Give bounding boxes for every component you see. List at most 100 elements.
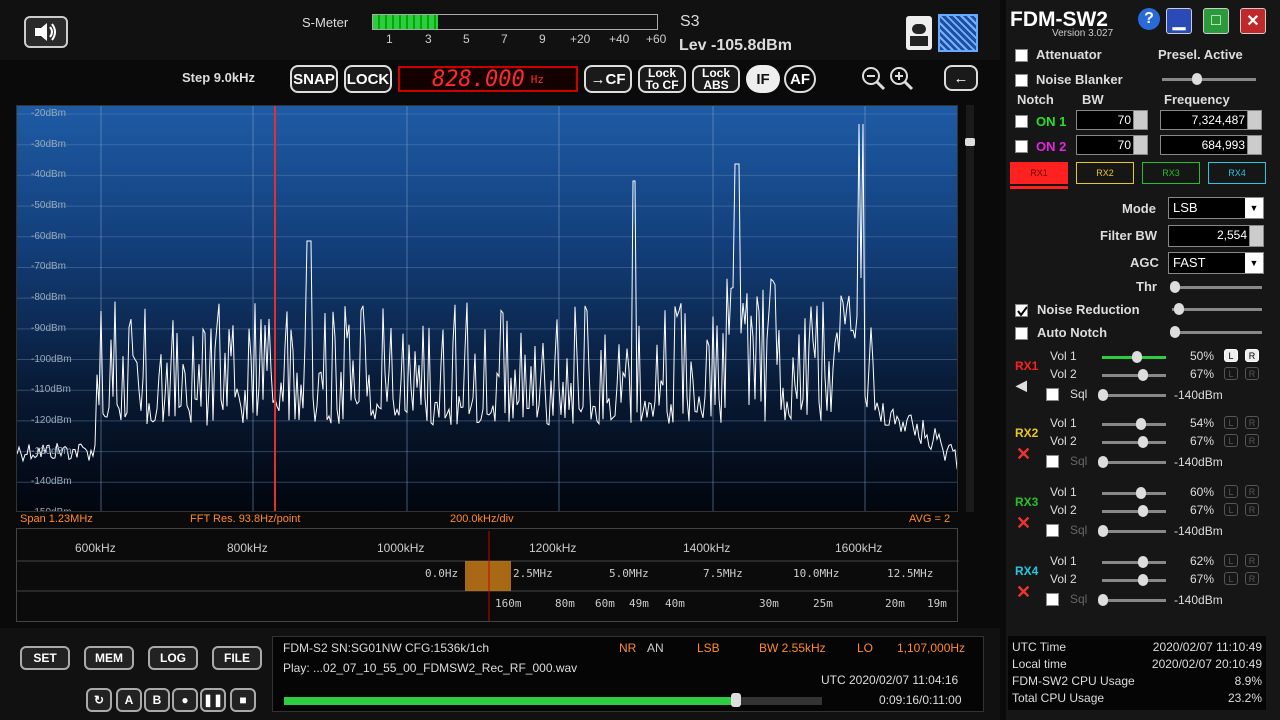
af-button[interactable]: AF — [784, 65, 816, 93]
notch1-freq-field[interactable]: 7,324,487 — [1160, 110, 1262, 130]
rx1-sql-knob[interactable] — [1098, 389, 1108, 401]
rx1-sql-checkbox[interactable] — [1046, 388, 1059, 401]
noise-blanker-slider[interactable] — [1162, 73, 1256, 85]
notch2-checkbox[interactable] — [1015, 140, 1028, 153]
notch2-freq-field[interactable]: 684,993 — [1160, 135, 1262, 155]
rx3-sql-checkbox[interactable] — [1046, 524, 1059, 537]
rx3-button[interactable]: RX3 — [1142, 162, 1200, 184]
b-button[interactable]: B — [144, 688, 170, 712]
rx4-vol2-right-button[interactable]: R — [1245, 572, 1259, 585]
muted-speaker-icon[interactable]: ✕ — [1016, 582, 1031, 603]
notch1-freq-spinner[interactable] — [1247, 111, 1261, 129]
help-icon[interactable]: ? — [1138, 8, 1160, 30]
thr-knob[interactable] — [1170, 281, 1180, 293]
rx4-vol2-left-button[interactable]: L — [1224, 572, 1238, 585]
rx1-vol2-left-button[interactable]: L — [1224, 367, 1238, 380]
attenuator-checkbox[interactable] — [1015, 49, 1028, 62]
file-button[interactable]: FILE — [212, 646, 262, 670]
snap-button[interactable]: SNAP — [290, 65, 338, 93]
auto-notch-knob[interactable] — [1170, 326, 1180, 338]
rx1-vol1-left-button[interactable]: L — [1224, 349, 1238, 362]
notch1-bw-spinner[interactable] — [1133, 111, 1147, 129]
minimize-icon[interactable]: ▁ — [1166, 8, 1192, 34]
back-button[interactable]: ← — [944, 65, 978, 91]
rx2-vol1-left-button[interactable]: L — [1224, 416, 1238, 429]
rx4-vol1-left-button[interactable]: L — [1224, 554, 1238, 567]
maximize-icon[interactable]: □ — [1203, 8, 1229, 34]
rx4-button[interactable]: RX4 — [1208, 162, 1266, 184]
rx1-vol2-knob[interactable] — [1138, 369, 1148, 381]
rx1-vol1-right-button[interactable]: R — [1245, 349, 1259, 362]
rx2-vol2-left-button[interactable]: L — [1224, 434, 1238, 447]
rx2-button[interactable]: RX2 — [1076, 162, 1134, 184]
mode-select[interactable]: LSB ▼ — [1168, 197, 1264, 219]
a-button[interactable]: A — [116, 688, 142, 712]
notch2-freq-spinner[interactable] — [1247, 136, 1261, 154]
record-icon[interactable]: ● — [172, 688, 198, 712]
rx3-vol2-right-button[interactable]: R — [1245, 503, 1259, 516]
to-cf-button[interactable]: →CF — [584, 65, 632, 93]
notch1-checkbox[interactable] — [1015, 115, 1028, 128]
progress-knob[interactable] — [730, 693, 741, 707]
spectrum-display[interactable]: -20dBm -30dBm -40dBm -50dBm -60dBm -70dBm -80d… — [16, 105, 958, 512]
auto-notch-slider[interactable] — [1170, 326, 1262, 338]
rx3-vol2-knob[interactable] — [1138, 505, 1148, 517]
notch1-bw-field[interactable]: 70 — [1076, 110, 1148, 130]
rx4-sql-knob[interactable] — [1098, 594, 1108, 606]
rx1-vol2-right-button[interactable]: R — [1245, 367, 1259, 380]
thr-slider[interactable] — [1170, 281, 1262, 293]
pause-icon[interactable]: ❚❚ — [200, 688, 226, 712]
rx4-vol2-knob[interactable] — [1138, 574, 1148, 586]
notch2-bw-spinner[interactable] — [1133, 136, 1147, 154]
rx3-vol2-slider[interactable] — [1102, 505, 1166, 517]
rx2-vol1-right-button[interactable]: R — [1245, 416, 1259, 429]
playback-progress[interactable] — [284, 693, 822, 707]
rx1-button[interactable]: RX1 — [1010, 162, 1068, 184]
stop-icon[interactable]: ■ — [230, 688, 256, 712]
filter-bw-spinner[interactable] — [1249, 226, 1263, 246]
record-wave-icon[interactable] — [938, 14, 978, 52]
rx2-vol2-knob[interactable] — [1138, 436, 1148, 448]
zoom-in-icon[interactable] — [888, 65, 914, 96]
rx3-vol1-slider[interactable] — [1102, 487, 1166, 499]
rx3-sql-slider[interactable] — [1098, 525, 1166, 537]
rx2-vol2-right-button[interactable]: R — [1245, 434, 1259, 447]
sd-card-icon[interactable] — [906, 16, 932, 50]
rx3-vol1-left-button[interactable]: L — [1224, 485, 1238, 498]
rx1-vol2-slider[interactable] — [1102, 369, 1166, 381]
muted-speaker-icon[interactable]: ✕ — [1016, 513, 1031, 534]
lock-abs-button[interactable]: Lock ABS — [692, 65, 740, 93]
rx4-vol1-knob[interactable] — [1138, 556, 1148, 568]
rx3-vol1-right-button[interactable]: R — [1245, 485, 1259, 498]
log-button[interactable]: LOG — [148, 646, 198, 670]
if-button[interactable]: IF — [746, 65, 780, 93]
lock-button[interactable]: LOCK — [344, 65, 392, 93]
noise-blanker-checkbox[interactable] — [1015, 74, 1028, 87]
rx2-sql-checkbox[interactable] — [1046, 455, 1059, 468]
rx2-sql-slider[interactable] — [1098, 456, 1166, 468]
lock-to-cf-button[interactable]: Lock To CF — [638, 65, 686, 93]
rx2-sql-knob[interactable] — [1098, 456, 1108, 468]
rx3-vol1-knob[interactable] — [1136, 487, 1146, 499]
rx1-sql-slider[interactable] — [1098, 389, 1166, 401]
rx2-vol1-knob[interactable] — [1136, 418, 1146, 430]
muted-speaker-icon[interactable]: ✕ — [1016, 444, 1031, 465]
rx3-vol2-left-button[interactable]: L — [1224, 503, 1238, 516]
mem-button[interactable]: MEM — [84, 646, 134, 670]
rx2-vol1-slider[interactable] — [1102, 418, 1166, 430]
zoom-out-icon[interactable] — [860, 65, 886, 96]
speaker-icon[interactable]: ◀ — [1016, 377, 1027, 394]
mode-dropdown-icon[interactable]: ▼ — [1245, 198, 1263, 218]
frequency-display[interactable]: 828.000 Hz — [398, 66, 578, 92]
rx4-sql-checkbox[interactable] — [1046, 593, 1059, 606]
noise-reduction-checkbox[interactable] — [1015, 304, 1028, 317]
rx4-vol1-right-button[interactable]: R — [1245, 554, 1259, 567]
loop-icon[interactable]: ↻ — [86, 688, 112, 712]
set-button[interactable]: SET — [20, 646, 70, 670]
rx4-vol2-slider[interactable] — [1102, 574, 1166, 586]
rx3-sql-knob[interactable] — [1098, 525, 1108, 537]
agc-select[interactable]: FAST ▼ — [1168, 252, 1264, 274]
noise-reduction-knob[interactable] — [1174, 303, 1184, 315]
filter-bw-field[interactable]: 2,554 — [1168, 225, 1264, 247]
noise-blanker-knob[interactable] — [1192, 73, 1202, 85]
